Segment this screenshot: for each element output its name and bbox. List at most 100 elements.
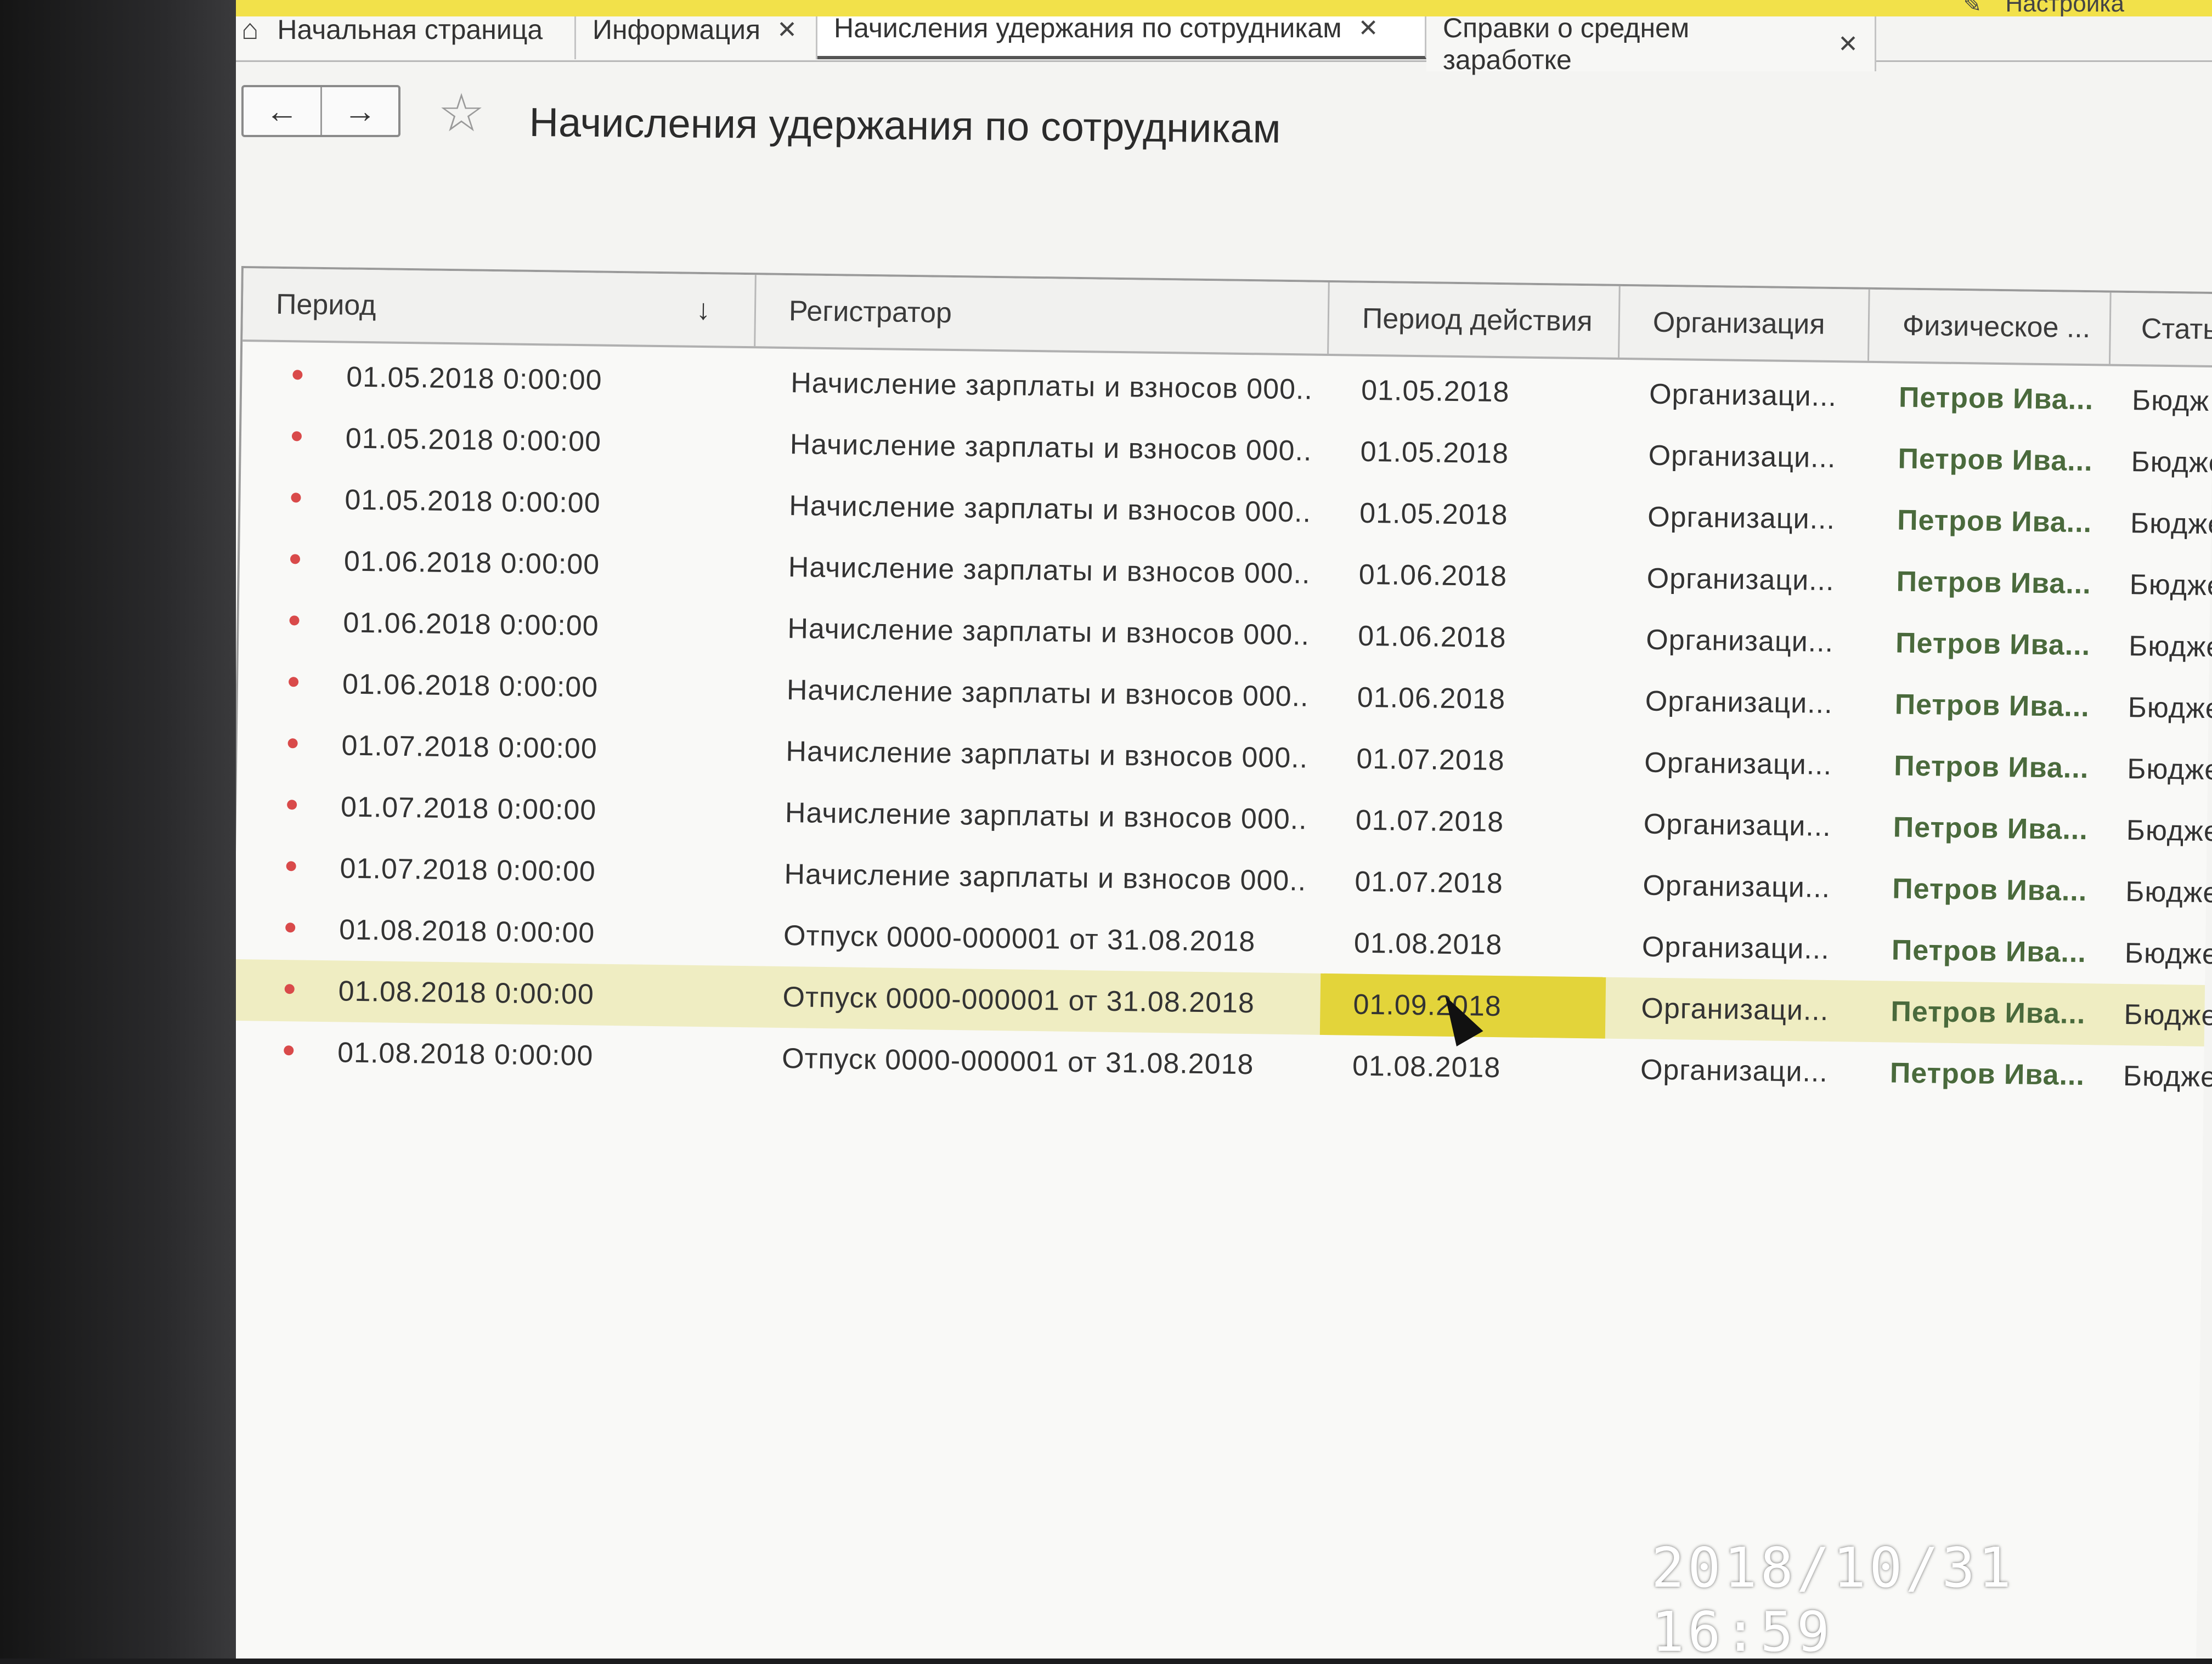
cell-person[interactable]: Петров Ива...	[1891, 981, 2100, 1045]
cell-person[interactable]: Петров Ива...	[1897, 490, 2106, 554]
data-table: Период ↓ Регистратор Период действия Орг…	[236, 266, 2212, 1659]
column-header-action-period[interactable]: Период действия	[1329, 282, 1621, 358]
tab-label: Справки о среднем заработке	[1443, 13, 1690, 75]
cell-organization[interactable]: Организаци...	[1646, 548, 1866, 612]
column-header-article[interactable]: Статья	[2110, 292, 2212, 366]
cell-article[interactable]: Бюджет	[2127, 738, 2212, 801]
cell-article[interactable]: Бюджети	[2124, 922, 2212, 986]
cell-registrator[interactable]: Начисление зарплаты и взносов 000...	[786, 659, 1308, 727]
cell-period[interactable]: 01.07.2018 0:00:00	[340, 837, 724, 904]
cell-article[interactable]: Бюдже	[2131, 431, 2212, 494]
page-title: Начисления удержания по сотрудникам	[529, 99, 1281, 151]
cell-article[interactable]: Бюдж	[2131, 370, 2212, 433]
cell-person[interactable]: Петров Ива...	[1898, 428, 2107, 493]
cell-registrator[interactable]: Начисление зарплаты и взносов 000...	[785, 782, 1307, 850]
cell-article[interactable]: Бюдже	[2128, 615, 2212, 678]
column-header-organization[interactable]: Организация	[1620, 286, 1870, 361]
record-marker-icon	[284, 1045, 294, 1056]
record-marker-icon	[291, 493, 301, 503]
cell-organization[interactable]: Организаци...	[1643, 794, 1863, 858]
cell-organization[interactable]: Организаци...	[1643, 855, 1863, 919]
cell-article[interactable]: Бюдже	[2129, 554, 2212, 617]
cell-article[interactable]: Бюдже	[2128, 677, 2212, 740]
tab-label: Начисления удержания по сотрудникам	[834, 13, 1342, 43]
cell-article[interactable]: Бюджет	[2126, 800, 2212, 863]
wrench-icon[interactable]: ✎	[1963, 0, 1982, 18]
cell-registrator[interactable]: Отпуск 0000-000001 от 31.08.2018	[782, 966, 1304, 1034]
cell-period[interactable]: 01.05.2018 0:00:00	[345, 408, 730, 474]
cell-organization[interactable]: Организаци...	[1645, 671, 1865, 735]
cell-registrator[interactable]: Отпуск 0000-000001 от 31.08.2018	[783, 905, 1305, 973]
record-marker-icon	[288, 677, 299, 687]
cell-period[interactable]: 01.06.2018 0:00:00	[343, 530, 728, 597]
navigation-buttons: ← →	[241, 85, 400, 137]
cell-article[interactable]: Бюджетн	[2123, 1045, 2212, 1108]
cell-action-period[interactable]: 01.05.2018	[1327, 482, 1612, 547]
settings-link[interactable]: Настройка	[2005, 0, 2124, 18]
cell-person[interactable]: Петров Ива...	[1894, 735, 2103, 800]
cell-article[interactable]: Бюдже	[2130, 493, 2212, 556]
cell-organization[interactable]: Организаци...	[1649, 364, 1869, 428]
favorite-star-icon[interactable]: ☆	[438, 82, 485, 144]
cell-period[interactable]: 01.05.2018 0:00:00	[345, 469, 729, 536]
cell-action-period[interactable]: 01.06.2018	[1325, 544, 1611, 609]
column-header-person[interactable]: Физическое ...	[1869, 289, 2112, 364]
record-marker-icon	[290, 554, 301, 564]
column-header-registrator[interactable]: Регистратор	[755, 275, 1330, 354]
cell-action-period[interactable]: 01.06.2018	[1325, 605, 1611, 670]
cell-registrator[interactable]: Отпуск 0000-000001 от 31.08.2018	[781, 1028, 1303, 1096]
cell-person[interactable]: Петров Ива...	[1894, 674, 2103, 738]
cell-registrator[interactable]: Начисление зарплаты и взносов 000...	[791, 352, 1312, 420]
record-marker-icon	[286, 861, 296, 871]
cell-action-period[interactable]: 01.05.2018	[1327, 421, 1613, 486]
cell-period[interactable]: 01.05.2018 0:00:00	[346, 347, 731, 413]
cell-period[interactable]: 01.08.2018 0:00:00	[338, 899, 723, 965]
cell-registrator[interactable]: Начисление зарплаты и взносов 000...	[786, 721, 1307, 789]
cell-registrator[interactable]: Начисление зарплаты и взносов 000...	[788, 536, 1310, 604]
cell-person[interactable]: Петров Ива...	[1896, 551, 2105, 615]
cell-action-period[interactable]: 01.08.2018	[1321, 912, 1606, 977]
top-strip: ✎ Настройка	[236, 0, 2212, 18]
back-button[interactable]: ←	[244, 87, 320, 135]
cell-registrator[interactable]: Начисление зарплаты и взносов 000...	[789, 414, 1311, 482]
close-icon[interactable]: ✕	[1838, 30, 1858, 58]
cell-organization[interactable]: Организаци...	[1644, 732, 1864, 796]
cell-organization[interactable]: Организаци...	[1641, 916, 1861, 981]
cell-person[interactable]: Петров Ива...	[1889, 1042, 2098, 1106]
cell-registrator[interactable]: Начисление зарплаты и взносов 000...	[784, 844, 1306, 912]
cell-person[interactable]: Петров Ива...	[1893, 797, 2102, 861]
cell-organization[interactable]: Организаци...	[1647, 486, 1867, 551]
cell-action-period[interactable]: 01.07.2018	[1322, 789, 1608, 854]
cell-period[interactable]: 01.06.2018 0:00:00	[342, 653, 726, 720]
cell-person[interactable]: Петров Ива...	[1891, 919, 2100, 983]
forward-button[interactable]: →	[320, 87, 399, 135]
cell-organization[interactable]: Организаци...	[1641, 978, 1861, 1042]
tab-label: Начальная страница	[277, 14, 543, 45]
cell-action-period[interactable]: 01.08.2018	[1319, 1035, 1605, 1100]
record-marker-icon	[291, 431, 302, 442]
column-header-period[interactable]: Период ↓	[242, 268, 757, 347]
cell-person[interactable]: Петров Ива...	[1898, 367, 2107, 431]
cell-organization[interactable]: Организаци...	[1646, 609, 1866, 673]
cell-action-period[interactable]: 01.07.2018	[1323, 728, 1609, 793]
cell-period[interactable]: 01.08.2018 0:00:00	[337, 1022, 722, 1088]
cell-article[interactable]: Бюджет	[2125, 861, 2212, 924]
photo-timestamp: 2018/10/31 16:59	[1651, 1536, 2015, 1664]
close-icon[interactable]: ✕	[777, 16, 797, 44]
cell-period[interactable]: 01.07.2018 0:00:00	[341, 715, 726, 781]
cell-registrator[interactable]: Начисление зарплаты и взносов 000...	[789, 475, 1311, 543]
close-icon[interactable]: ✕	[1358, 14, 1379, 42]
cell-organization[interactable]: Организаци...	[1648, 425, 1868, 489]
cell-period[interactable]: 01.06.2018 0:00:00	[343, 592, 727, 658]
cell-action-period[interactable]: 01.07.2018	[1322, 851, 1607, 916]
cell-action-period[interactable]: 01.06.2018	[1324, 666, 1610, 732]
cell-person[interactable]: Петров Ива...	[1895, 613, 2104, 677]
cell-organization[interactable]: Организаци...	[1640, 1039, 1860, 1103]
cell-period[interactable]: 01.08.2018 0:00:00	[338, 960, 723, 1027]
cell-action-period[interactable]: 01.05.2018	[1328, 359, 1613, 425]
cell-period[interactable]: 01.07.2018 0:00:00	[340, 776, 725, 842]
cell-registrator[interactable]: Начисление зарплаты и взносов 000...	[787, 598, 1309, 666]
cell-article[interactable]: Бюджетн	[2124, 984, 2212, 1047]
cell-person[interactable]: Петров Ива...	[1892, 858, 2101, 922]
tab-salary-certificates[interactable]: Справки о среднем заработке ✕	[1426, 13, 1876, 75]
